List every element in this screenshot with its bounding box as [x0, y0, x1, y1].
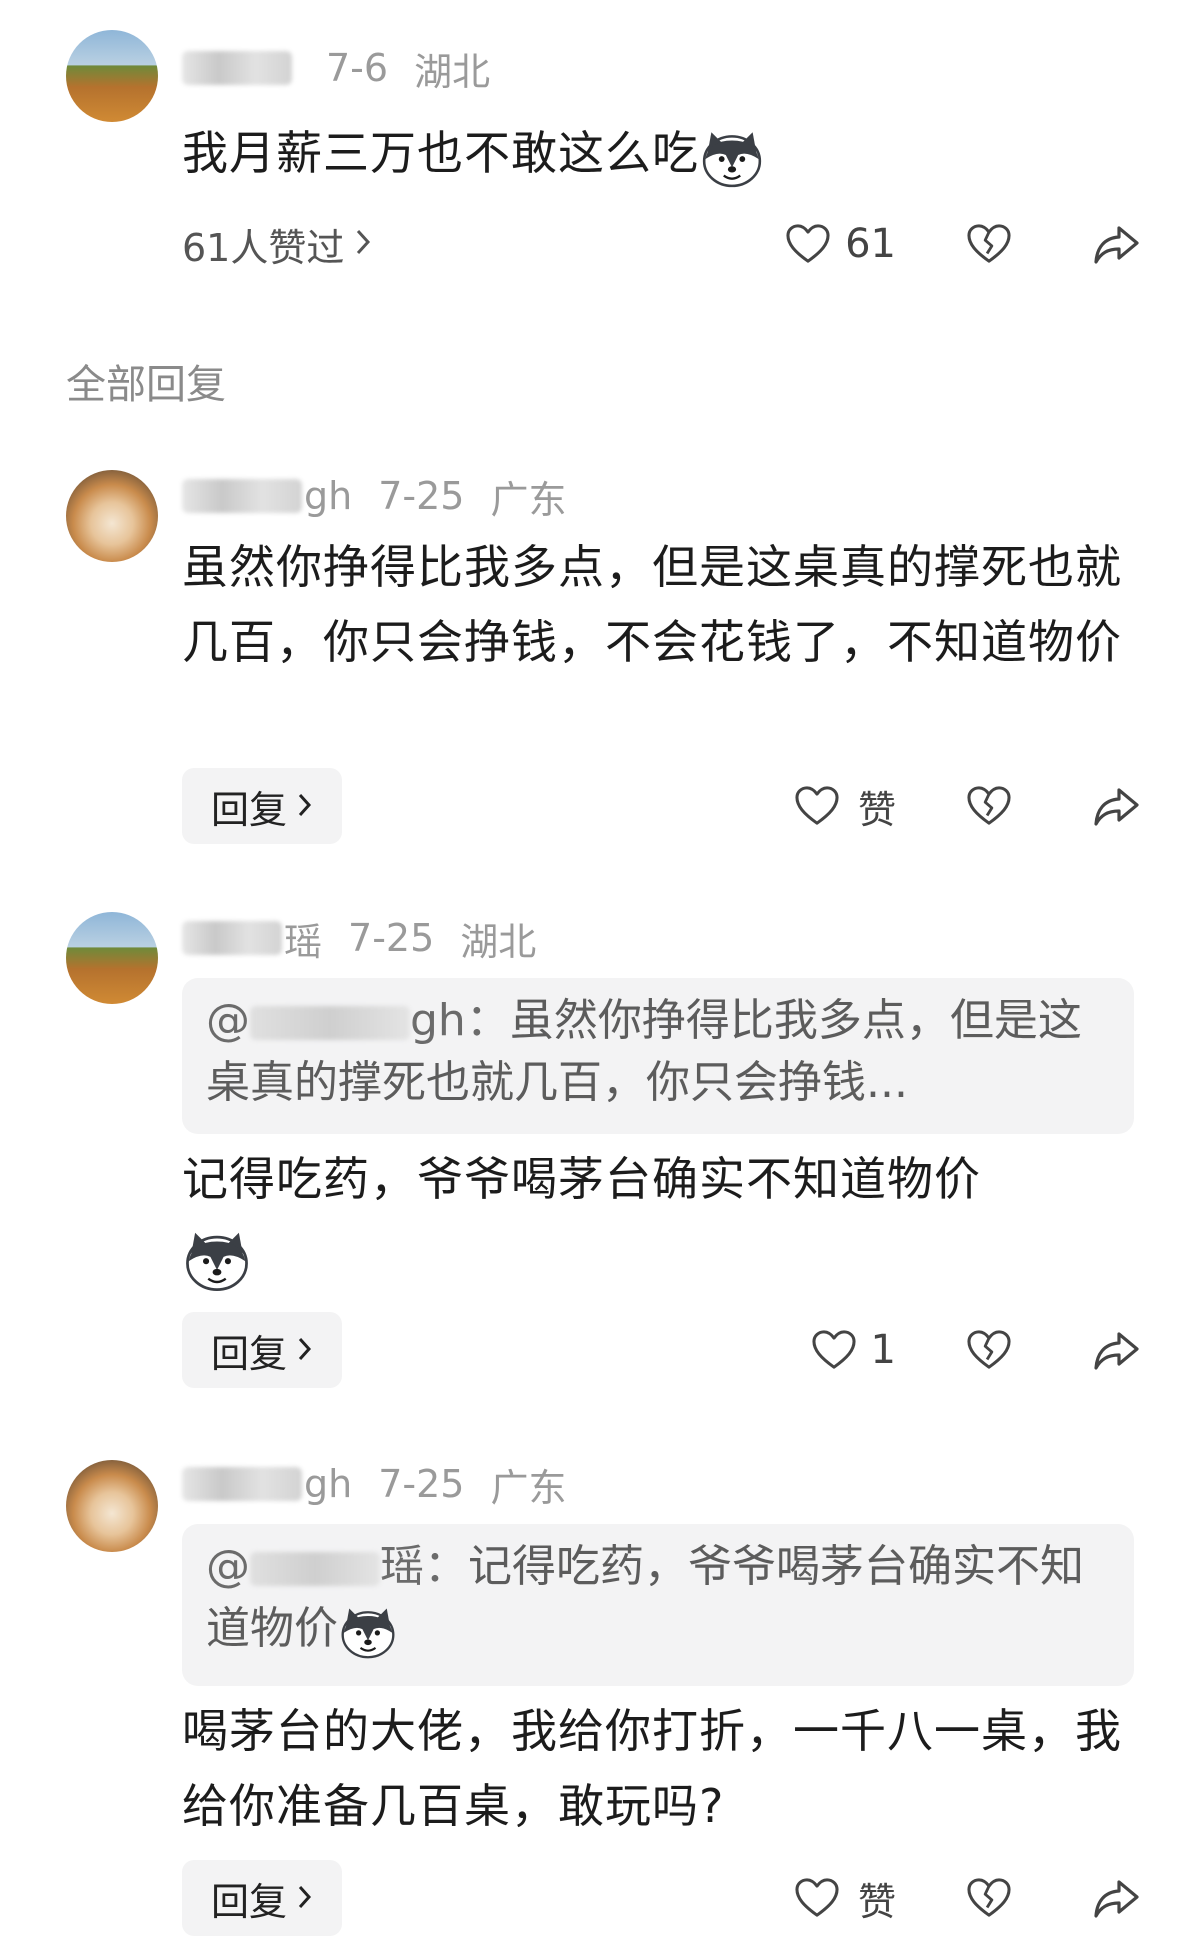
quote-name-suffix: 瑶：	[380, 1541, 468, 1592]
chevron-right-icon	[354, 222, 372, 266]
comment-text: 我月薪三万也不敢这么吃	[182, 116, 1142, 191]
share-icon	[1092, 1328, 1140, 1372]
reply-region: 广东	[490, 477, 567, 522]
avatar[interactable]	[66, 912, 158, 1004]
reply-meta: gh 7-25 广东	[182, 466, 566, 526]
broken-heart-icon	[966, 1877, 1012, 1919]
reply-button[interactable]: 回复	[182, 768, 342, 844]
like-button[interactable]: 1	[811, 1327, 896, 1373]
comment-date: 7-6	[326, 46, 389, 90]
reply-button[interactable]: 回复	[182, 1860, 342, 1936]
dislike-button[interactable]	[966, 223, 1012, 265]
likes-summary-text: 61人赞过	[182, 225, 345, 270]
section-title: 全部回复	[66, 362, 226, 408]
quoted-username-blurred	[250, 1006, 410, 1040]
reply-date: 7-25	[378, 1462, 465, 1506]
reply-button-label: 回复	[210, 1879, 287, 1924]
dislike-button[interactable]	[966, 785, 1012, 827]
like-button[interactable]: 赞	[794, 779, 896, 834]
reply-text: 虽然你挣得比我多点，但是这桌真的撑死也就几百，你只会挣钱，不会花钱了，不知道物价	[182, 540, 1122, 669]
quoted-reply[interactable]: @ 瑶：记得吃药，爷爷喝茅台确实不知道物价	[182, 1524, 1134, 1686]
username-blurred[interactable]	[182, 1467, 302, 1501]
likes-summary[interactable]: 61人赞过	[182, 214, 372, 274]
chevron-right-icon	[297, 1876, 313, 1920]
dislike-button[interactable]	[966, 1329, 1012, 1371]
share-button[interactable]	[1092, 784, 1140, 828]
comment-text-content: 我月薪三万也不敢这么吃	[182, 126, 699, 180]
like-count: 61	[845, 221, 896, 267]
like-button[interactable]: 赞	[794, 1871, 896, 1926]
share-button[interactable]	[1092, 222, 1140, 266]
reply-region: 湖北	[460, 919, 537, 964]
broken-heart-icon	[966, 785, 1012, 827]
like-label: 赞	[857, 1879, 896, 1924]
chevron-right-icon	[297, 1328, 313, 1372]
quoted-reply[interactable]: @ gh：虽然你挣得比我多点，但是这桌真的撑死也就几百，你只会挣钱...	[182, 978, 1134, 1134]
avatar[interactable]	[66, 470, 158, 562]
reply-actions: 赞	[794, 768, 1140, 844]
reply-button[interactable]: 回复	[182, 1312, 342, 1388]
broken-heart-icon	[966, 223, 1012, 265]
broken-heart-icon	[966, 1329, 1012, 1371]
reply-meta: 瑶 7-25 湖北	[182, 908, 536, 968]
dislike-button[interactable]	[966, 1877, 1012, 1919]
like-count: 1	[870, 1327, 896, 1373]
comment-actions: 61	[785, 206, 1140, 282]
share-icon	[1092, 222, 1140, 266]
quote-at-sign: @	[206, 995, 250, 1046]
reply-actions: 赞	[794, 1860, 1140, 1936]
husky-emoji-icon	[182, 1224, 252, 1294]
reply-actions: 1	[811, 1312, 1140, 1388]
username-suffix: gh	[304, 1462, 353, 1506]
avatar[interactable]	[66, 1460, 158, 1552]
quote-at-sign: @	[206, 1541, 250, 1592]
reply-button-label: 回复	[210, 787, 287, 832]
quote-name-suffix: gh：	[410, 995, 510, 1046]
share-button[interactable]	[1092, 1328, 1140, 1372]
username-suffix: 瑶	[284, 919, 323, 964]
username-suffix: gh	[304, 474, 353, 518]
username-blurred[interactable]	[182, 921, 282, 955]
username-blurred[interactable]	[182, 51, 292, 85]
reply-text: 记得吃药，爷爷喝茅台确实不知道物价	[182, 1142, 1142, 1294]
comment-meta: 7-6 湖北	[182, 38, 490, 98]
share-icon	[1092, 1876, 1140, 1920]
share-button[interactable]	[1092, 1876, 1140, 1920]
reply-text-content: 记得吃药，爷爷喝茅台确实不知道物价	[182, 1152, 981, 1206]
reply-text: 喝茅台的大佬，我给你打折，一千八一桌，我给你准备几百桌，敢玩吗?	[182, 1704, 1122, 1833]
husky-emoji-icon	[699, 124, 765, 190]
quoted-username-blurred	[250, 1552, 380, 1586]
reply-meta: gh 7-25 广东	[182, 1454, 566, 1514]
heart-icon	[794, 1877, 840, 1919]
reply-date: 7-25	[348, 916, 435, 960]
share-icon	[1092, 784, 1140, 828]
avatar[interactable]	[66, 30, 158, 122]
reply-button-label: 回复	[210, 1331, 287, 1376]
like-button[interactable]: 61	[785, 221, 896, 267]
heart-icon	[811, 1329, 857, 1371]
heart-icon	[794, 785, 840, 827]
reply-date: 7-25	[378, 474, 465, 518]
chevron-right-icon	[297, 784, 313, 828]
comment-region: 湖北	[414, 49, 491, 94]
reply-region: 广东	[490, 1465, 567, 1510]
like-label: 赞	[857, 787, 896, 832]
heart-icon	[785, 223, 831, 265]
husky-emoji-icon	[338, 1601, 398, 1661]
username-blurred[interactable]	[182, 479, 302, 513]
